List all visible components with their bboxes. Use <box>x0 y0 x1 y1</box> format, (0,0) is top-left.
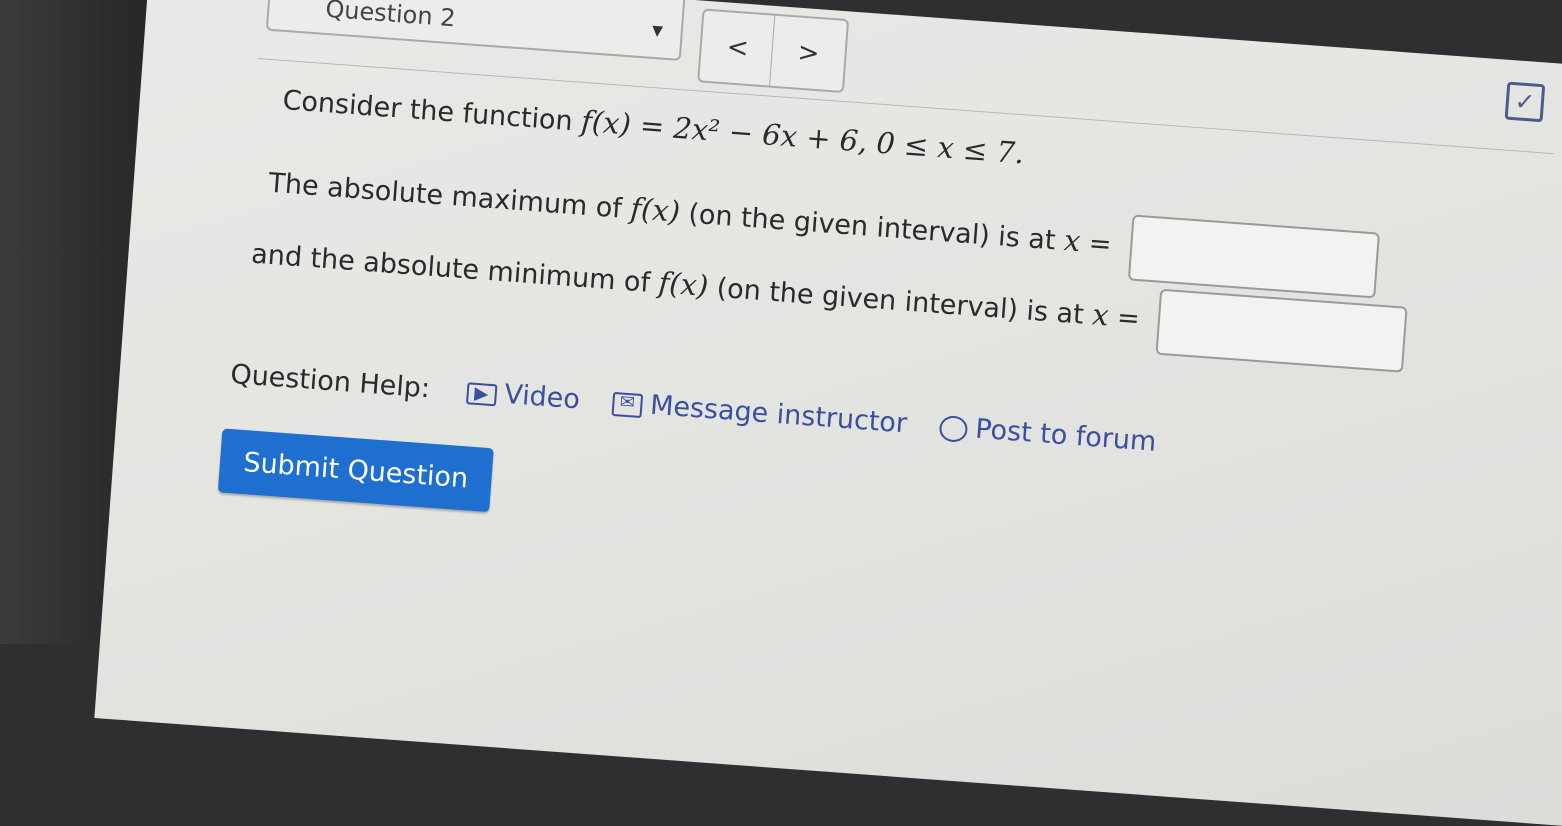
function-expression: f(x) = 2x² − 6x + 6, 0 ≤ x ≤ 7. <box>580 103 1026 171</box>
max-suffix: (on the given interval) is at <box>687 198 1057 257</box>
video-icon[interactable]: ▶ <box>465 381 498 406</box>
caret-down-icon: ▼ <box>651 22 664 40</box>
problem-statement: Consider the function f(x) = 2x² − 6x + … <box>282 82 1026 170</box>
min-suffix: (on the given interval) is at <box>715 272 1085 331</box>
min-equals: = <box>1115 302 1141 335</box>
question-select-label: Question 2 <box>324 0 457 33</box>
chat-bubble-icon[interactable] <box>938 414 969 443</box>
problem-intro: Consider the function <box>281 84 574 138</box>
submit-question-button[interactable]: Submit Question <box>217 428 494 513</box>
next-question-button[interactable]: > <box>768 13 850 94</box>
max-fx: f(x) <box>629 191 682 229</box>
min-fx: f(x) <box>657 265 710 304</box>
max-prefix: The absolute maximum of <box>267 167 623 225</box>
max-equals: = <box>1087 227 1113 261</box>
check-square-icon[interactable]: ✓ <box>1504 81 1546 123</box>
max-answer-input[interactable] <box>1127 214 1380 299</box>
question-help-label: Question Help: <box>229 358 432 405</box>
prev-question-button[interactable]: < <box>697 8 779 88</box>
question-select[interactable]: Question 2 ▼ <box>265 0 686 61</box>
min-answer-input[interactable] <box>1155 288 1408 373</box>
video-link[interactable]: Video <box>503 379 581 415</box>
max-var: x <box>1062 223 1082 259</box>
question-panel: Question 2 ▼ < > ✓ Consider the function… <box>0 0 1559 738</box>
post-to-forum-link[interactable]: Post to forum <box>974 414 1157 458</box>
message-instructor-link[interactable]: Message instructor <box>649 390 908 440</box>
min-var: x <box>1091 297 1110 333</box>
mail-icon[interactable]: ✉ <box>611 391 644 418</box>
min-prefix: and the absolute minimum of <box>250 238 652 299</box>
